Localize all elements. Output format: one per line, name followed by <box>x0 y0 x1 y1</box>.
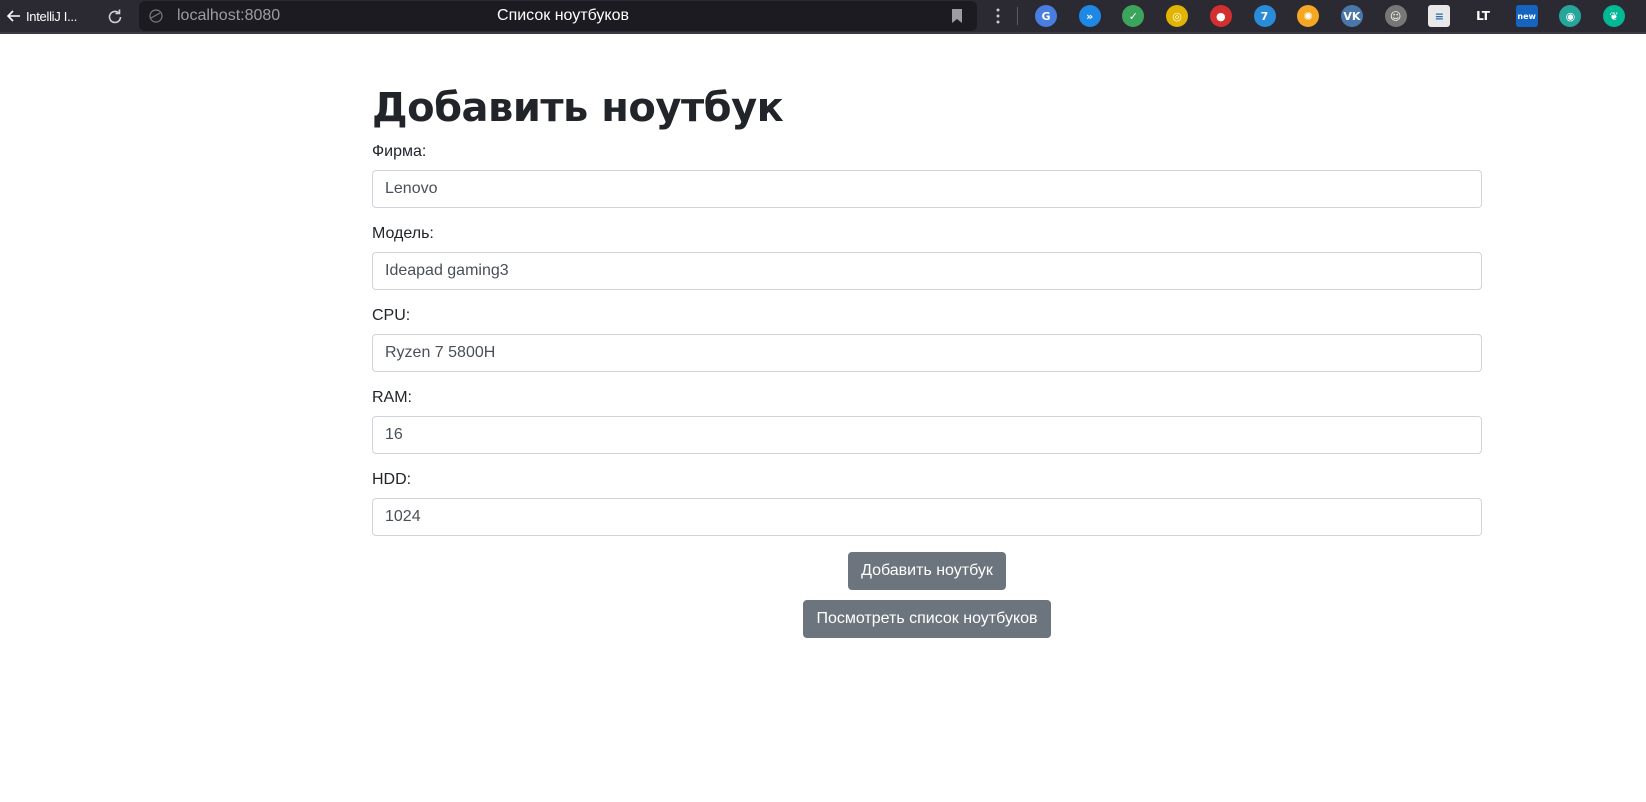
model-label: Модель: <box>372 225 434 242</box>
reload-icon[interactable] <box>105 7 125 27</box>
view-laptop-list-button[interactable]: Посмотреть список ноутбуков <box>803 600 1051 638</box>
extension-doc-icon[interactable]: ≡ <box>1428 5 1451 27</box>
firm-input[interactable] <box>372 170 1482 208</box>
page-title-tab: Список ноутбуков <box>497 7 629 24</box>
extension-blue-circle-icon[interactable]: » <box>1078 5 1101 27</box>
ram-label: RAM: <box>372 389 412 406</box>
orange-icon[interactable]: ✺ <box>1297 5 1320 27</box>
shield-check-icon[interactable]: ✓ <box>1122 5 1145 27</box>
extension-red-icon[interactable]: ● <box>1209 5 1232 27</box>
add-laptop-button[interactable]: Добавить ноутбук <box>848 552 1006 590</box>
bookmark-icon[interactable] <box>951 9 963 23</box>
google-translate-icon[interactable]: G <box>1035 5 1057 27</box>
field-model: Модель: <box>372 224 1482 290</box>
toolbar-divider <box>1017 7 1018 25</box>
extension-teal-bird-icon[interactable]: ❦ <box>1603 5 1626 27</box>
back-button[interactable]: IntelliJ I... <box>0 0 96 33</box>
add-laptop-form: Добавить ноутбук Фирма: Модель: CPU: RAM… <box>372 84 1482 638</box>
hdd-label: HDD: <box>372 471 412 488</box>
model-input[interactable] <box>372 252 1482 290</box>
cpu-label: CPU: <box>372 307 411 324</box>
back-arrow-icon <box>6 10 20 22</box>
field-firm: Фирма: <box>372 142 1482 208</box>
view-list-row: Посмотреть список ноутбуков <box>372 590 1482 638</box>
more-menu-icon[interactable] <box>992 6 1004 26</box>
extension-new-icon[interactable]: new <box>1515 5 1538 27</box>
extension-green-icon[interactable]: ◉ <box>1559 5 1582 27</box>
field-hdd: HDD: <box>372 470 1482 536</box>
field-ram: RAM: <box>372 388 1482 454</box>
page-heading: Добавить ноутбук <box>372 85 784 131</box>
extension-blue-7-icon[interactable]: 7 <box>1253 5 1276 27</box>
field-cpu: CPU: <box>372 306 1482 372</box>
firm-label: Фирма: <box>372 143 427 160</box>
ram-input[interactable] <box>372 416 1482 454</box>
address-bar[interactable]: localhost:8080 Список ноутбуков <box>139 1 977 31</box>
browser-toolbar: IntelliJ I... localhost:8080 Список ноут… <box>0 0 1646 34</box>
extension-gray-icon[interactable]: ☺ <box>1384 5 1407 27</box>
extension-yellow-ring-icon[interactable]: ◎ <box>1166 5 1189 27</box>
hdd-input[interactable] <box>372 498 1482 536</box>
vk-icon[interactable]: VK <box>1340 5 1363 27</box>
back-label: IntelliJ I... <box>26 8 78 24</box>
cpu-input[interactable] <box>372 334 1482 372</box>
submit-row: Добавить ноутбук <box>372 552 1482 590</box>
extension-lt-icon[interactable]: LT <box>1472 5 1494 27</box>
